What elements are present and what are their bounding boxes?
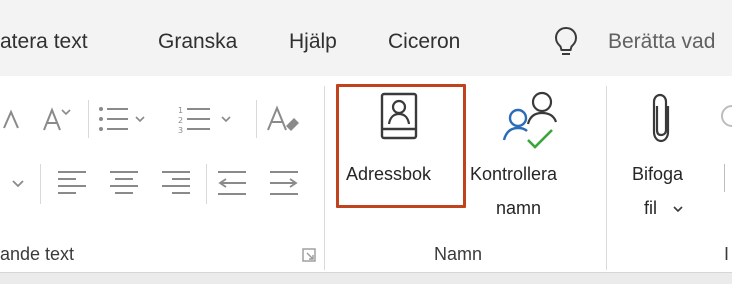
- attach-file-button[interactable]: Bifoga fil: [626, 86, 706, 226]
- decrease-indent-icon[interactable]: [218, 170, 248, 196]
- check-names-button[interactable]: Kontrollera namn: [470, 86, 590, 226]
- partial-icon[interactable]: [720, 102, 732, 132]
- group-separator: [606, 86, 607, 270]
- svg-text:1: 1: [178, 106, 183, 115]
- align-center-icon[interactable]: [110, 170, 140, 196]
- ribbon-bottom-edge: [0, 273, 732, 284]
- separator: [256, 100, 257, 138]
- attach-file-label-1: Bifoga: [632, 164, 684, 184]
- align-right-icon[interactable]: [162, 170, 192, 196]
- shrink-font-icon[interactable]: [42, 106, 72, 134]
- attach-file-label-2: fil: [644, 198, 657, 218]
- separator: [40, 164, 41, 204]
- tab-ciceron[interactable]: Ciceron: [388, 30, 460, 54]
- numbered-list-icon[interactable]: 1 2 3: [178, 104, 236, 135]
- lightbulb-icon[interactable]: [554, 26, 578, 58]
- bullet-list-icon[interactable]: [98, 104, 146, 134]
- tab-format-text[interactable]: atera text: [0, 30, 88, 54]
- group-label-text: ande text: [0, 244, 75, 264]
- paperclip-icon: [650, 92, 674, 144]
- chevron-down-icon[interactable]: [10, 178, 26, 190]
- clear-formatting-icon[interactable]: [266, 104, 302, 134]
- increase-indent-icon[interactable]: [270, 170, 300, 196]
- check-names-label-1: Kontrollera: [470, 164, 558, 184]
- check-names-label-2: namn: [496, 198, 542, 218]
- tab-help[interactable]: Hjälp: [289, 30, 337, 54]
- svg-text:2: 2: [178, 116, 183, 125]
- align-left-icon[interactable]: [58, 170, 88, 196]
- tell-me-search[interactable]: Berätta vad: [608, 30, 715, 54]
- check-names-icon: [498, 90, 562, 154]
- highlight-box: [336, 84, 466, 208]
- group-separator: [324, 86, 325, 270]
- dialog-launcher-icon[interactable]: [302, 248, 316, 262]
- separator: [206, 164, 207, 204]
- group-label-include: I: [724, 244, 730, 264]
- grow-font-icon[interactable]: [2, 108, 20, 132]
- ribbon-tab-bar: atera text Granska Hjälp Ciceron Berätta…: [0, 0, 732, 76]
- tab-review[interactable]: Granska: [158, 30, 237, 54]
- separator: [88, 100, 89, 138]
- svg-text:3: 3: [178, 126, 183, 135]
- chevron-down-icon[interactable]: [672, 204, 684, 214]
- group-label-names: Namn: [434, 244, 483, 264]
- partial-item: [724, 164, 725, 192]
